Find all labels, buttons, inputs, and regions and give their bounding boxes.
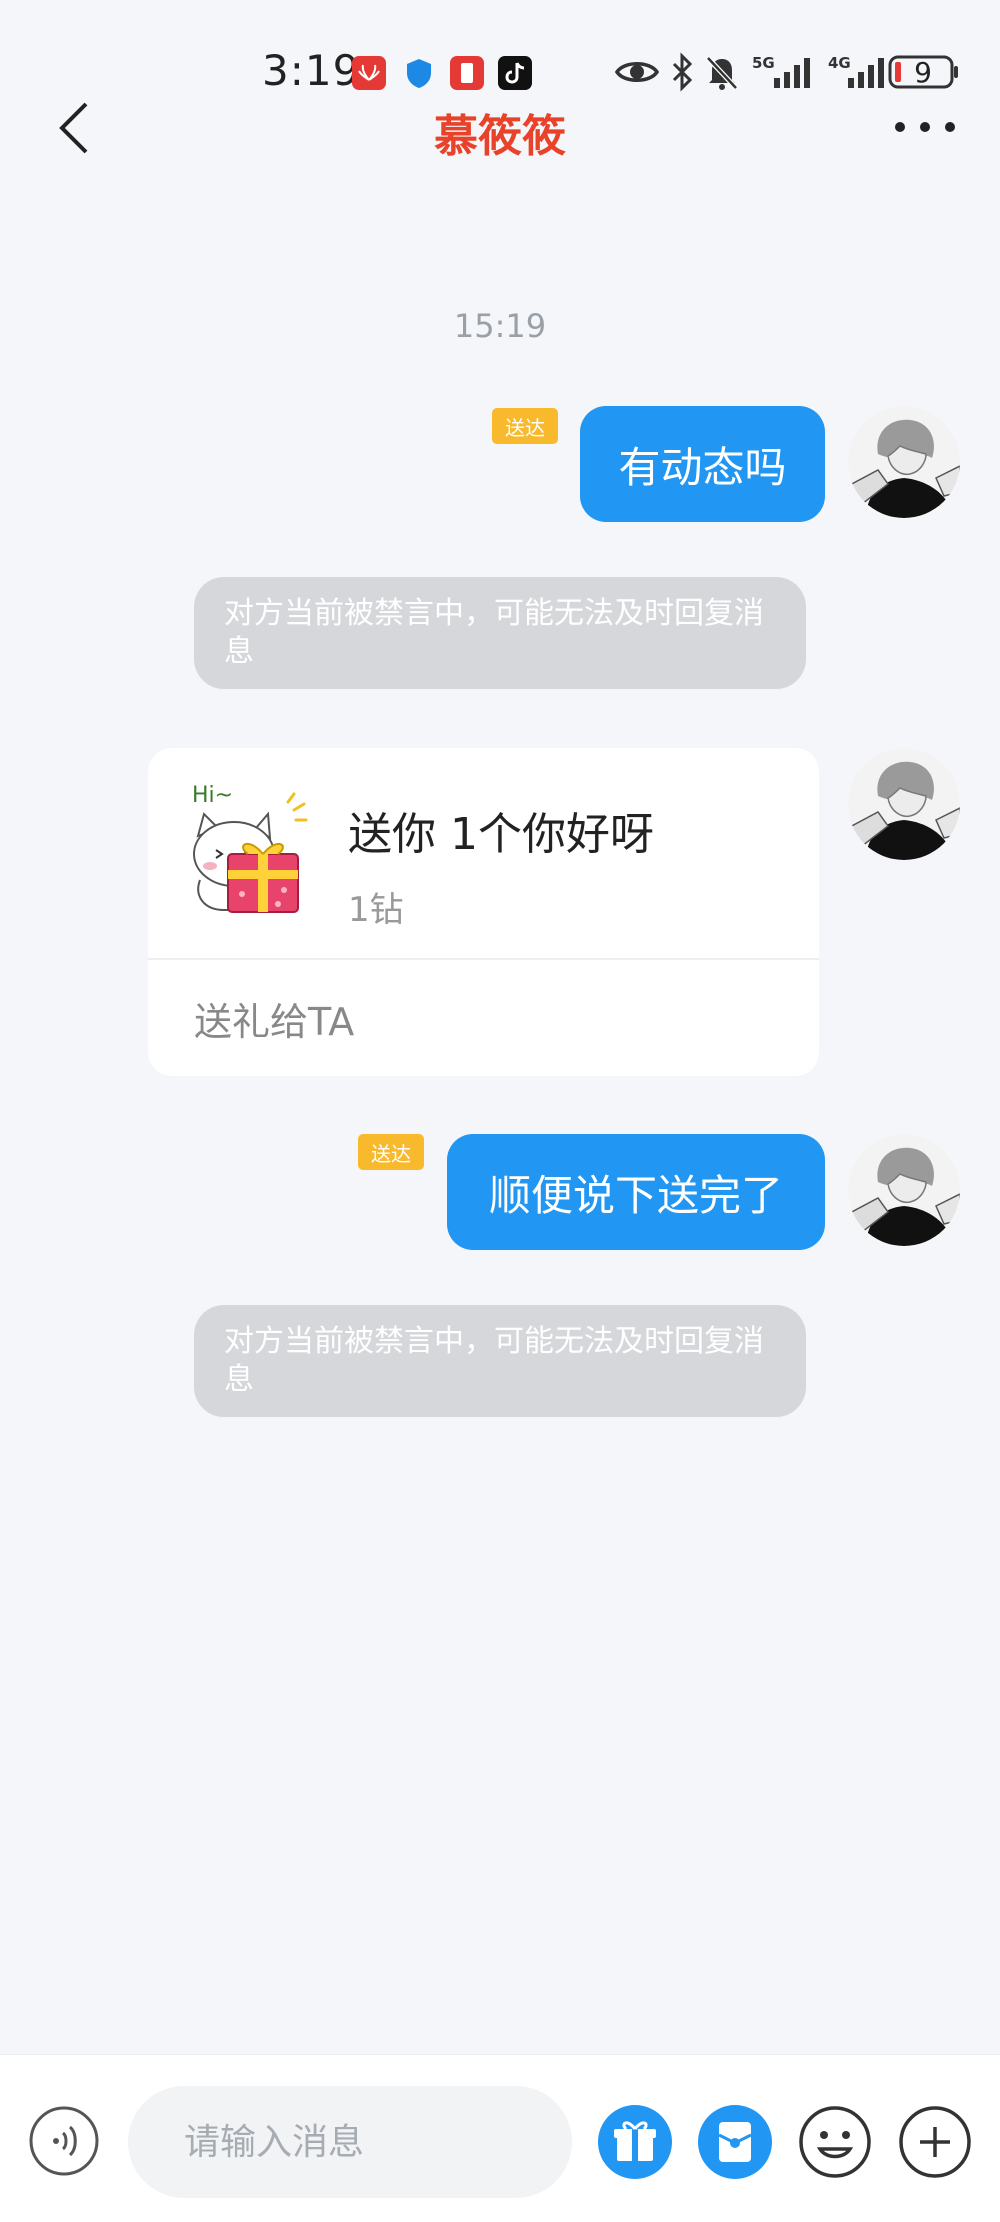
gift-price: 1钻 <box>348 890 404 930</box>
chat-title: 慕筱筱 <box>434 111 566 162</box>
chat-timestamp: 15:19 <box>453 307 547 345</box>
delivered-badge: 送达 <box>492 408 558 444</box>
gift-divider <box>148 958 819 960</box>
message-text: 顺便说下送完了 <box>488 1170 783 1220</box>
shield-app-icon <box>402 56 436 90</box>
gift-title: 送你 1个你好呀 <box>348 809 654 860</box>
gift-card[interactable]: Hi~ 送你 1个你好呀 1钻 送礼给TA <box>148 748 819 1076</box>
emoji-button[interactable] <box>798 2105 872 2179</box>
voice-input-button[interactable] <box>28 2105 100 2177</box>
input-bar <box>0 2054 1000 2222</box>
message-text: 有动态吗 <box>618 442 787 492</box>
phone-manager-app-icon <box>450 56 484 90</box>
tiktok-app-icon <box>498 56 532 90</box>
bell-muted-icon <box>704 52 740 92</box>
bluetooth-icon <box>670 52 694 92</box>
delivered-badge: 送达 <box>358 1134 424 1170</box>
avatar[interactable] <box>848 748 960 860</box>
red-packet-button[interactable] <box>698 2105 772 2179</box>
send-gift-button[interactable]: 送礼给TA <box>194 991 354 1046</box>
add-button[interactable] <box>898 2105 972 2179</box>
avatar[interactable] <box>848 1134 960 1246</box>
signal-4g-icon <box>846 52 892 92</box>
message-bubble[interactable]: 顺便说下送完了 <box>447 1134 825 1250</box>
more-options-button[interactable] <box>890 112 960 142</box>
message-bubble[interactable]: 有动态吗 <box>580 406 825 522</box>
avatar[interactable] <box>848 406 960 518</box>
muted-notice: 对方当前被禁言中，可能无法及时回复消息 <box>194 1305 806 1417</box>
gift-image-text: Hi~ <box>192 783 233 808</box>
gift-button[interactable] <box>598 2105 672 2179</box>
huawei-app-icon <box>352 56 386 90</box>
muted-notice: 对方当前被禁言中，可能无法及时回复消息 <box>194 577 806 689</box>
gift-cat-image: Hi~ <box>184 776 314 916</box>
signal-5g-icon <box>772 52 818 92</box>
status-time: 3:19 <box>262 46 361 95</box>
message-input[interactable] <box>128 2086 572 2198</box>
eye-icon <box>614 52 660 92</box>
battery-level: 9 <box>914 56 932 89</box>
